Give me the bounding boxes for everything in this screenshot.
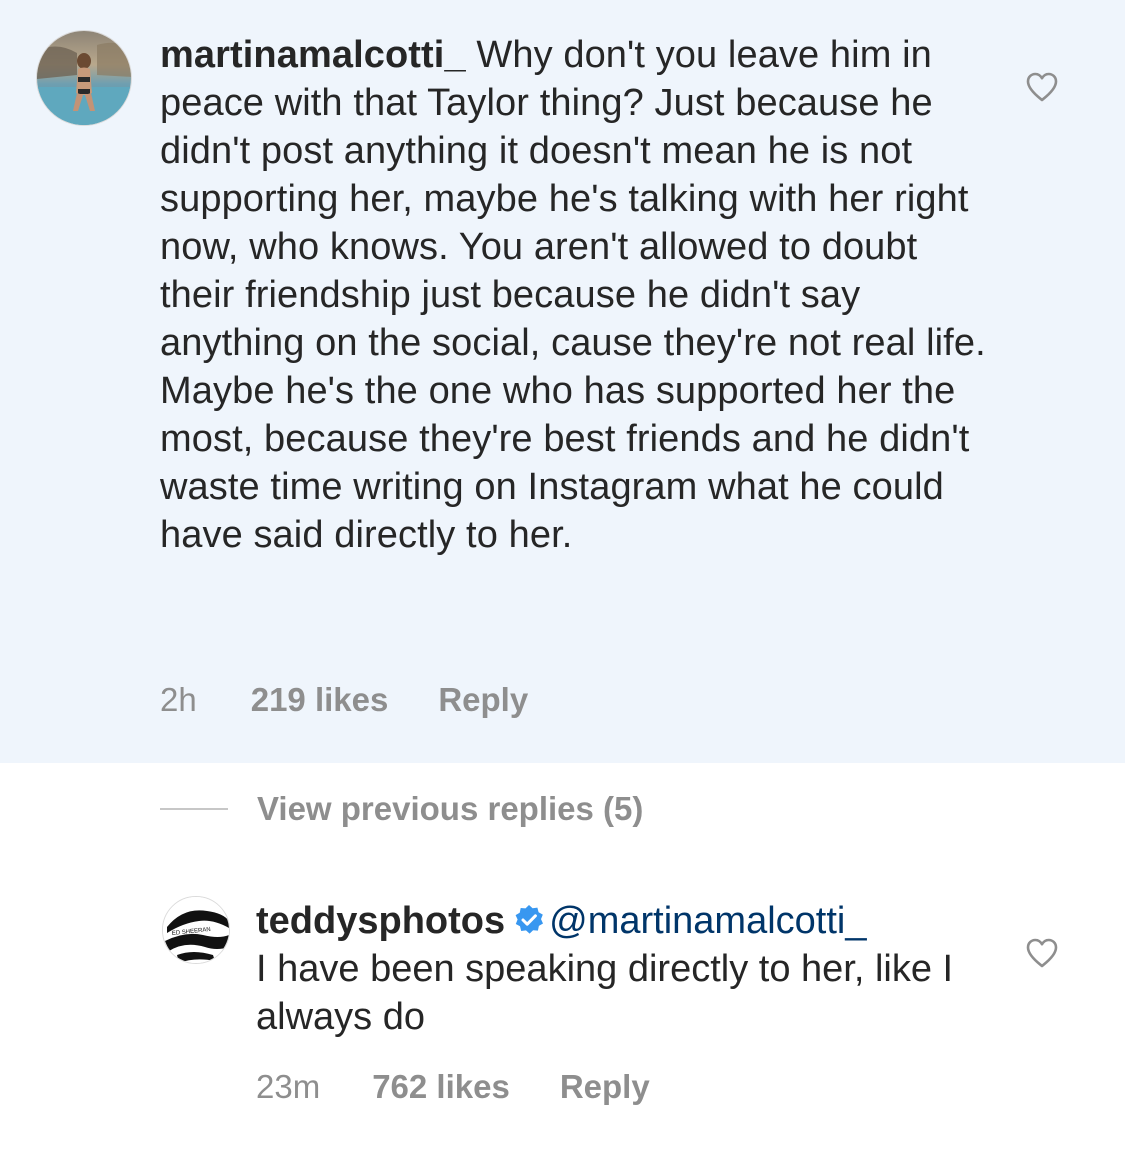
comment-body: martinamalcotti_ Why don't you leave him…: [160, 31, 990, 559]
view-replies-row[interactable]: View previous replies (5): [160, 785, 643, 833]
replies-divider: [160, 808, 228, 810]
ed-sheeran-logo-icon: ED SHEERAN: [163, 897, 229, 963]
heart-outline-icon[interactable]: [1025, 937, 1059, 969]
reply-reply-button[interactable]: Reply: [560, 1068, 650, 1106]
reply-time: 23m: [256, 1068, 321, 1105]
heart-outline-icon[interactable]: [1025, 71, 1059, 103]
commenter-avatar[interactable]: [36, 30, 132, 126]
reply-username[interactable]: teddysphotos: [256, 900, 505, 942]
reply-avatar[interactable]: ED SHEERAN: [162, 896, 230, 964]
reply-text: I have been speaking directly to her, li…: [256, 948, 954, 1038]
verified-badge-icon: [515, 905, 544, 934]
reply-meta: 23m 762 likes Reply: [256, 1063, 650, 1111]
reply-body: teddysphotos @martinamalcotti_ I have be…: [256, 897, 976, 1041]
beach-photo-icon: [37, 31, 131, 125]
view-previous-replies-button[interactable]: View previous replies (5): [257, 790, 643, 828]
commenter-username[interactable]: martinamalcotti_: [160, 34, 466, 76]
comment-likes[interactable]: 219 likes: [251, 681, 389, 719]
reply-mention[interactable]: @martinamalcotti_: [549, 900, 866, 942]
comment-text: Why don't you leave him in peace with th…: [160, 34, 986, 556]
comment-meta: 2h 219 likes Reply: [160, 676, 528, 724]
comment-reply-button[interactable]: Reply: [438, 681, 528, 719]
highlighted-comment: martinamalcotti_ Why don't you leave him…: [0, 0, 1125, 763]
reply-likes[interactable]: 762 likes: [372, 1068, 510, 1106]
comment-time: 2h: [160, 681, 197, 718]
